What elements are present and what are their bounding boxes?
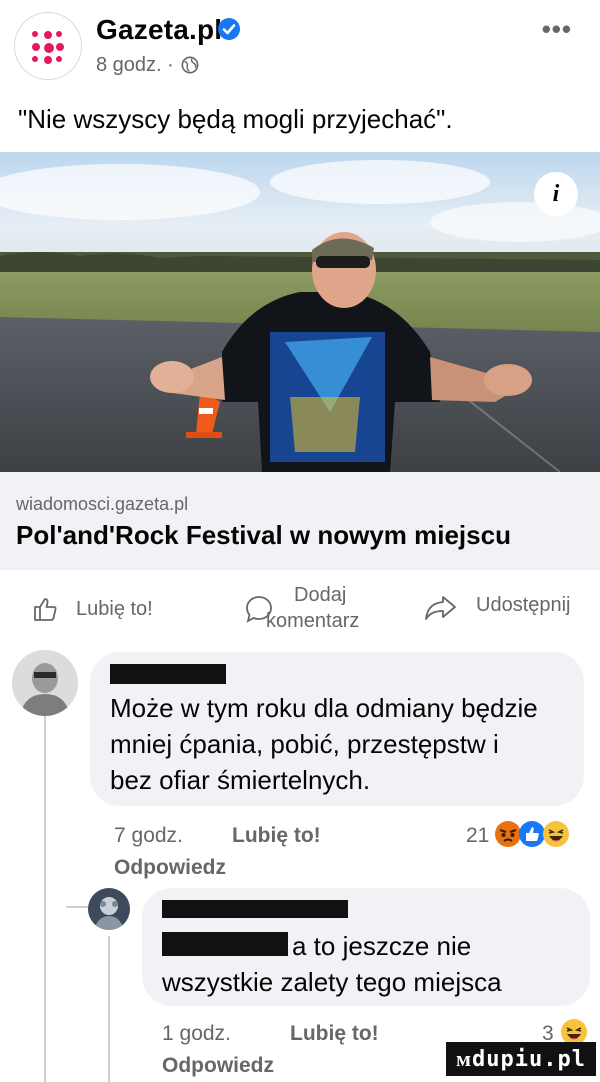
reply-line: wszystkie zalety tego miejsca — [162, 967, 502, 997]
reply-line: a to jeszcze nie — [292, 931, 472, 961]
share-button[interactable]: Udostępnij — [424, 592, 594, 626]
link-domain: wiadomosci.gazeta.pl — [16, 494, 189, 514]
post-time[interactable]: 8 godz. · — [96, 54, 174, 76]
reaction-count[interactable]: 21 — [466, 824, 489, 848]
share-icon — [425, 596, 456, 620]
comment-line: Może w tym roku dla odmiany będzie — [110, 693, 538, 723]
comment-button[interactable]: Dodaj komentarz — [244, 584, 394, 636]
reply-thread-line — [108, 936, 110, 1082]
commenter-avatar[interactable] — [12, 650, 78, 716]
globe-icon — [181, 56, 199, 74]
info-icon[interactable]: i — [534, 172, 578, 216]
post-text: "Nie wszyscy będą mogli przyjechać". — [18, 104, 453, 134]
like-label: Lubię to! — [76, 598, 153, 620]
reply-like-link[interactable]: Lubię to! — [290, 1022, 379, 1046]
link-title[interactable]: Pol'and'Rock Festival w nowym miejscu — [16, 520, 511, 551]
post-header: Gazeta.pl 8 godz. · ••• — [0, 0, 600, 90]
redacted-mention[interactable] — [162, 932, 288, 956]
haha-emoji — [543, 821, 569, 847]
verified-badge-icon — [218, 18, 240, 40]
link-preview-image[interactable] — [0, 152, 600, 472]
comment-line: bez ofiar śmiertelnych. — [110, 765, 371, 795]
share-label: Udostępnij — [476, 594, 571, 616]
watermark-logo: ᴍdupiu.pl — [446, 1042, 596, 1076]
action-bar: Lubię to! Dodaj komentarz Udostępnij — [0, 572, 600, 640]
page-name[interactable]: Gazeta.pl — [96, 14, 222, 46]
comment-time: 7 godz. — [114, 824, 183, 847]
reply-time: 1 godz. — [162, 1022, 231, 1045]
comment-reply-link[interactable]: Odpowiedz — [114, 856, 226, 880]
comment-label-line2: komentarz — [266, 610, 360, 632]
like-button[interactable]: Lubię to! — [30, 594, 180, 628]
more-options-icon[interactable]: ••• — [542, 14, 572, 45]
page-avatar[interactable] — [14, 12, 82, 80]
post-meta: 8 godz. · — [96, 54, 199, 77]
reply-avatar[interactable] — [88, 888, 130, 930]
comment-text: Może w tym roku dla odmiany będzie mniej… — [110, 690, 538, 798]
gazeta-logo-icon — [32, 31, 66, 65]
comment-label-line1: Dodaj — [294, 584, 347, 606]
comment-like-link[interactable]: Lubię to! — [232, 824, 321, 848]
comment-line: mniej ćpania, pobić, przestępstw i — [110, 729, 499, 759]
redacted-author-name[interactable] — [162, 900, 348, 918]
thread-line — [44, 712, 46, 1082]
redacted-author-name[interactable] — [110, 664, 226, 684]
thumbs-up-icon — [34, 598, 57, 621]
reply-reply-link[interactable]: Odpowiedz — [162, 1054, 274, 1078]
